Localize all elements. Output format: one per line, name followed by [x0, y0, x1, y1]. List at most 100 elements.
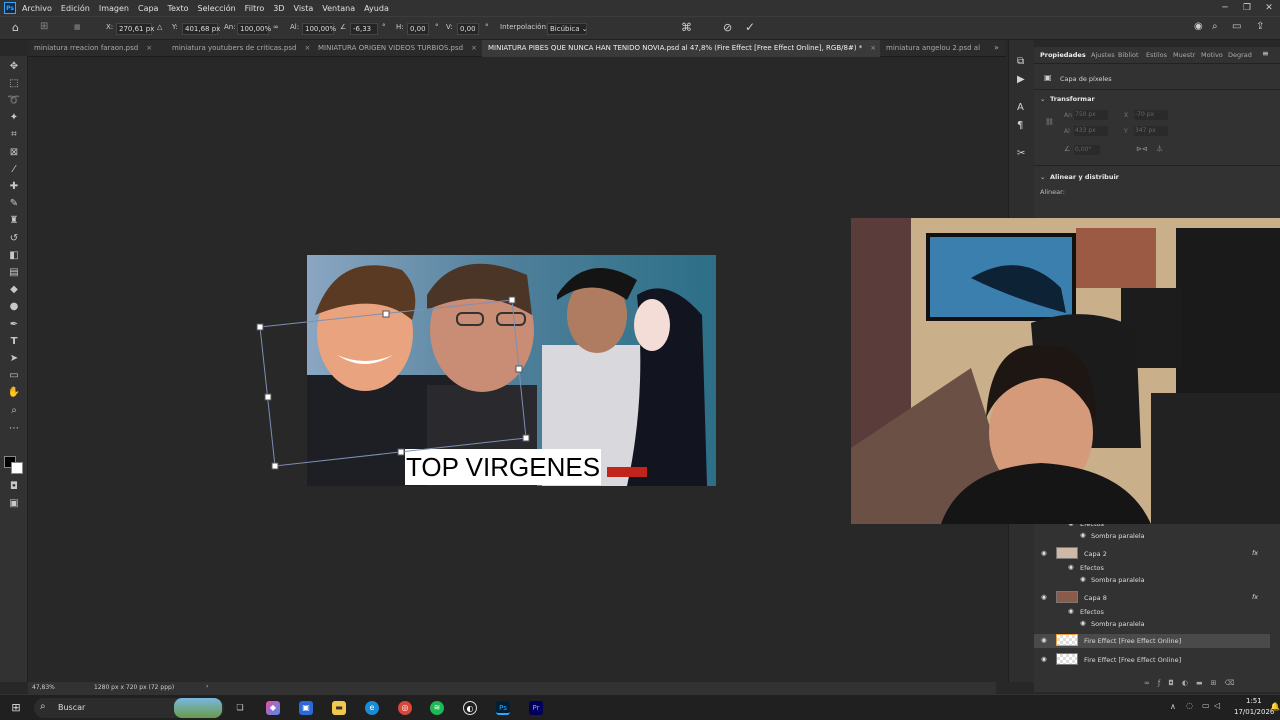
magic-wand-tool-icon[interactable]: ✦	[6, 111, 22, 125]
visibility-icon[interactable]: ◉	[1080, 575, 1086, 583]
width-input[interactable]: 100,00%	[237, 23, 271, 35]
lasso-tool-icon[interactable]: ➰	[6, 94, 22, 108]
link-icon[interactable]: ⛓	[1045, 118, 1054, 126]
commit-transform-icon[interactable]: ✓	[745, 20, 755, 34]
path-selection-icon[interactable]: ➤	[6, 352, 22, 366]
volume-icon[interactable]: ◁	[1214, 701, 1220, 710]
menu-3d[interactable]: 3D	[273, 4, 284, 13]
close-icon[interactable]: ✕	[1258, 3, 1280, 13]
pen-tool-icon[interactable]: ✒	[6, 318, 22, 332]
frame-tool-icon[interactable]: ⊠	[6, 146, 22, 160]
healing-brush-icon[interactable]: ✚	[6, 180, 22, 194]
home-icon[interactable]: ⌂	[12, 21, 19, 34]
eraser-tool-icon[interactable]: ◧	[6, 249, 22, 263]
brush-tool-icon[interactable]: ✎	[6, 197, 22, 211]
delta-icon[interactable]: △	[157, 23, 162, 31]
dodge-tool-icon[interactable]: ●	[6, 300, 22, 314]
edge-icon[interactable]: e	[365, 701, 379, 715]
notifications-icon[interactable]: 🔔	[1270, 702, 1280, 711]
tab-doc-1[interactable]: miniatura rreacion faraon.psd ×	[28, 40, 168, 57]
blur-tool-icon[interactable]: ◆	[6, 283, 22, 297]
windows-start-icon[interactable]: ⊞	[9, 701, 23, 715]
tab-doc-2[interactable]: miniatura youtubers de criticas.psd ×	[166, 40, 312, 57]
menu-capa[interactable]: Capa	[138, 4, 158, 13]
menu-imagen[interactable]: Imagen	[99, 4, 129, 13]
clock-time[interactable]: 1:51	[1246, 697, 1262, 705]
workspace-icon[interactable]: ▭	[1232, 21, 1241, 32]
file-explorer-icon[interactable]: ▬	[332, 701, 346, 715]
chrome-icon[interactable]: ◎	[398, 701, 412, 715]
clock-date[interactable]: 17/01/2026	[1234, 708, 1274, 716]
tray-app-icon[interactable]: ◌	[1186, 701, 1193, 710]
transform-handle[interactable]	[271, 462, 279, 470]
interpolation-select[interactable]: Bicúbica ⌄	[547, 23, 588, 35]
link-icon[interactable]: ∞	[273, 23, 279, 31]
menu-texto[interactable]: Texto	[167, 4, 188, 13]
close-icon[interactable]: ×	[304, 44, 310, 52]
transform-mode-icon[interactable]: ⊞	[40, 21, 48, 32]
t-width-input[interactable]: 750 px	[1074, 110, 1108, 120]
transform-handle[interactable]	[264, 393, 272, 401]
obs-icon[interactable]: ◐	[463, 701, 477, 715]
flip-vertical-icon[interactable]: ⏃	[1156, 144, 1163, 154]
actions-play-icon[interactable]: ▶	[1017, 74, 1025, 85]
menu-edicion[interactable]: Edición	[61, 4, 90, 13]
warp-icon[interactable]: ⌘	[681, 21, 692, 34]
trash-icon[interactable]: ⌫	[1224, 679, 1242, 687]
layer-effect-row[interactable]: ◉ Sombra paralela	[1034, 617, 1270, 631]
copilot-icon[interactable]: ◆	[266, 701, 280, 715]
adjustment-icon[interactable]: ◐	[1182, 679, 1196, 687]
panel-menu-icon[interactable]: ≡	[1262, 49, 1269, 58]
type-tool-icon[interactable]: T	[6, 335, 22, 349]
fx-icon[interactable]: fx	[1252, 549, 1258, 557]
reference-point-icon[interactable]: ▦	[74, 23, 81, 31]
cancel-transform-icon[interactable]: ⊘	[723, 21, 732, 34]
tab-estilos[interactable]: Estilos	[1146, 51, 1167, 59]
layer-capa-8[interactable]: ◉ Capa 8 fx	[1034, 591, 1270, 605]
fx-icon[interactable]: fx	[1252, 593, 1258, 601]
chevron-down-icon[interactable]: ⌄	[1040, 173, 1045, 181]
transform-handle[interactable]	[382, 310, 390, 318]
character-icon[interactable]: A	[1017, 102, 1024, 113]
history-icon[interactable]: ⧉	[1017, 56, 1024, 67]
flip-horizontal-icon[interactable]: ⊳⊲	[1136, 145, 1148, 153]
t-x-input[interactable]: -70 px	[1134, 110, 1168, 120]
network-icon[interactable]: ▭	[1202, 701, 1210, 710]
tab-propiedades[interactable]: Propiedades	[1040, 51, 1086, 59]
transform-handle[interactable]	[508, 296, 516, 304]
quick-mask-icon[interactable]: ◘	[6, 480, 22, 494]
height-input[interactable]: 100,00%	[302, 23, 336, 35]
menu-ventana[interactable]: Ventana	[322, 4, 355, 13]
close-icon[interactable]: ×	[870, 44, 876, 52]
account-icon[interactable]: ◉	[1194, 21, 1203, 32]
folder-icon[interactable]: ▬	[1196, 679, 1211, 687]
transform-handle[interactable]	[522, 434, 530, 442]
gradient-tool-icon[interactable]: ▤	[6, 266, 22, 280]
transform-handle[interactable]	[256, 323, 264, 331]
restore-icon[interactable]: ❐	[1236, 3, 1258, 13]
t-height-input[interactable]: 433 px	[1074, 126, 1108, 136]
transform-handle[interactable]	[397, 448, 405, 456]
clone-stamp-icon[interactable]: ♜	[6, 214, 22, 228]
background-color-swatch[interactable]	[11, 462, 23, 474]
more-tabs-icon[interactable]: »	[994, 43, 999, 52]
visibility-icon[interactable]: ◉	[1041, 593, 1047, 601]
transform-section-title[interactable]: Transformar	[1050, 95, 1095, 103]
close-icon[interactable]: ×	[146, 44, 152, 52]
share-icon[interactable]: ⇪	[1256, 21, 1264, 32]
hskew-input[interactable]: 0,00	[407, 23, 429, 35]
crop-tool-icon[interactable]: ⌗	[6, 128, 22, 142]
premiere-taskbar-icon[interactable]: Pr	[529, 701, 543, 715]
visibility-icon[interactable]: ◉	[1068, 563, 1074, 571]
mask-icon[interactable]: ◘	[1168, 679, 1182, 687]
layer-capa-2[interactable]: ◉ Capa 2 fx	[1034, 547, 1270, 561]
move-tool-icon[interactable]: ✥	[6, 60, 22, 74]
angle-input[interactable]: -6,33	[350, 23, 378, 35]
minimize-icon[interactable]: ─	[1214, 3, 1236, 13]
tab-ajustes[interactable]: Ajustes	[1091, 51, 1115, 59]
search-icon[interactable]: ⌕	[1212, 21, 1218, 32]
x-input[interactable]: 270,61 px	[116, 23, 154, 35]
link-layers-icon[interactable]: ∞	[1144, 679, 1158, 687]
transform-handle[interactable]	[515, 365, 523, 373]
search-box[interactable]: ⌕ Buscar	[34, 698, 224, 718]
